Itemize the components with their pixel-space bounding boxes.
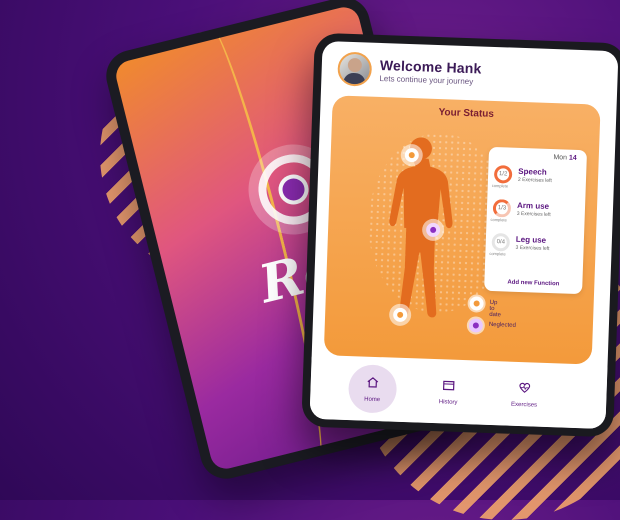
progress-ring: 1/2: [494, 165, 513, 184]
complete-label: complete: [490, 217, 506, 223]
calendar-icon: [443, 379, 455, 390]
function-arm-use[interactable]: 1/3 complete Arm use 3 Exercises left: [492, 199, 583, 232]
function-name: Leg use: [516, 235, 547, 245]
nav-label: History: [424, 399, 472, 407]
up-to-date-icon: [469, 296, 483, 310]
legend-label: Neglected: [489, 322, 516, 329]
header: Welcome Hank Lets continue your journey: [337, 52, 482, 91]
active-indicator: [348, 364, 398, 414]
home-screen: Welcome Hank Lets continue your journey …: [309, 41, 618, 429]
home-tablet: Welcome Hank Lets continue your journey …: [301, 33, 620, 438]
function-speech[interactable]: 1/2 complete Speech 2 Exercises left: [493, 165, 584, 198]
body-silhouette-icon: [355, 132, 482, 336]
legend-label: Up to date: [489, 300, 501, 318]
exercises-left: 3 Exercises left: [517, 211, 551, 218]
neglected-icon: [469, 318, 483, 332]
progress-ring: 1/3: [493, 199, 512, 218]
exercises-left: 3 Exercises left: [515, 245, 549, 252]
date-label: Mon 14: [553, 154, 577, 162]
exercises-left: 2 Exercises left: [518, 177, 552, 184]
avatar[interactable]: [337, 52, 372, 87]
nav-label: Exercises: [500, 401, 548, 409]
function-leg-use[interactable]: 0/4 complete Leg use 3 Exercises left: [491, 233, 582, 266]
progress-ring: 0/4: [491, 233, 510, 252]
status-card: Your Status Mon 14 1/2 complete Speech: [324, 95, 601, 364]
complete-label: complete: [489, 251, 505, 257]
nav-history[interactable]: History: [424, 367, 473, 407]
functions-panel: Mon 14 1/2 complete Speech 2 Exercises l…: [484, 147, 587, 294]
add-function-button[interactable]: Add new Function: [484, 279, 582, 288]
nav-home[interactable]: Home: [348, 364, 397, 404]
nav-exercises[interactable]: Exercises: [500, 369, 549, 409]
home-icon: [367, 377, 379, 388]
complete-label: complete: [492, 183, 508, 189]
function-name: Speech: [518, 167, 547, 177]
heart-pulse-icon: [519, 382, 531, 393]
status-title: Your Status: [332, 103, 600, 123]
bottom-nav: Home History Exercises: [309, 357, 607, 429]
function-name: Arm use: [517, 201, 549, 211]
